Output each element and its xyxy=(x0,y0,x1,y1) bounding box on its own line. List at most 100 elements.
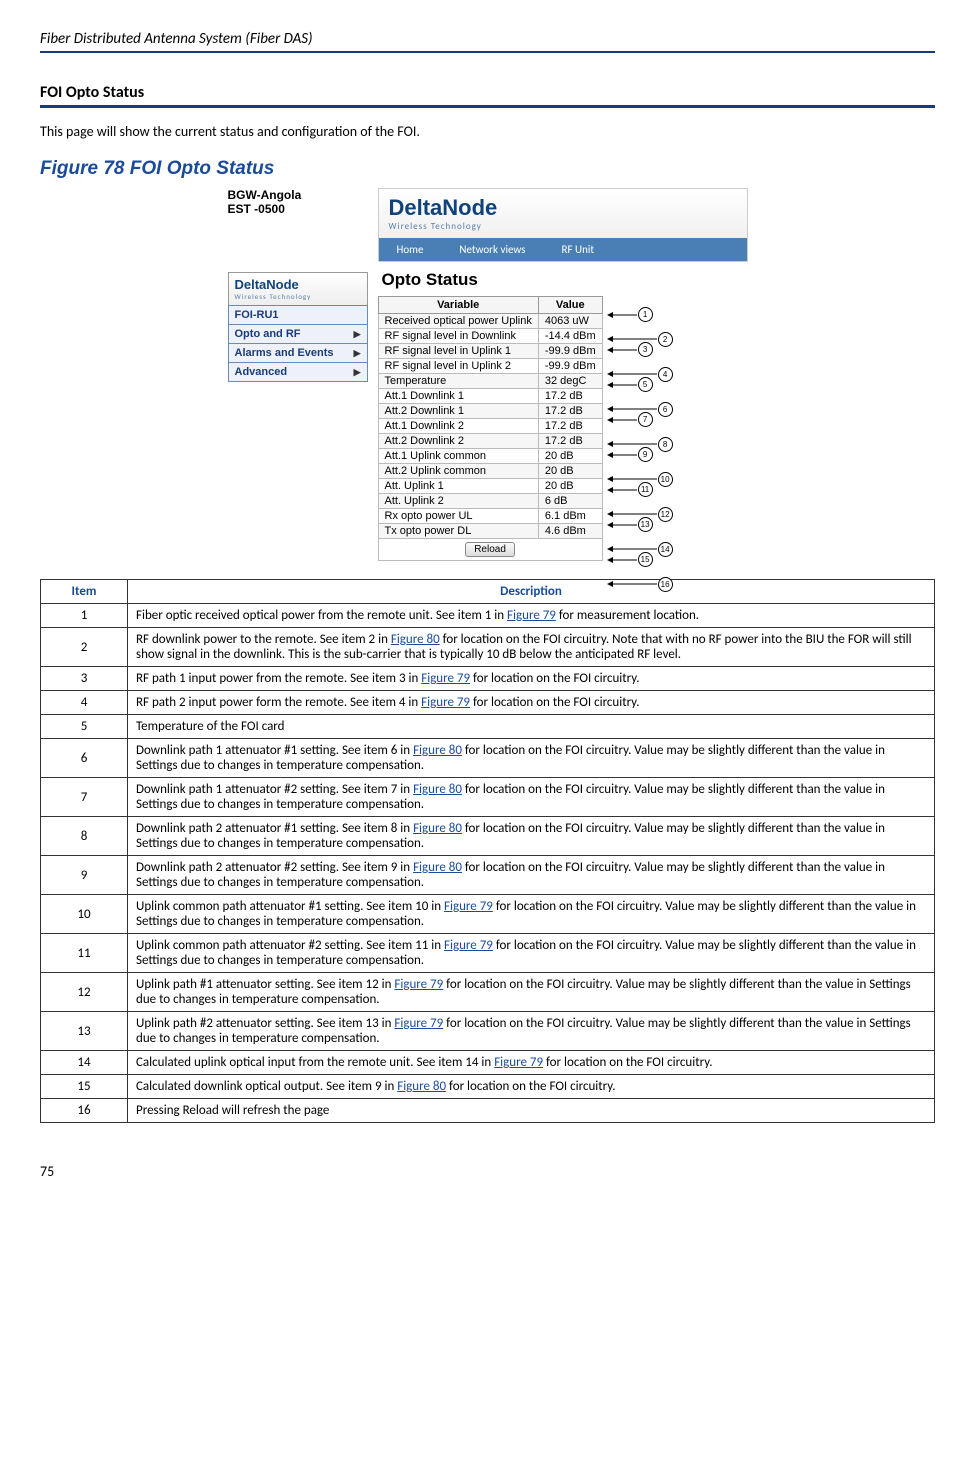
sidebar-menu: FOI-RU1Opto and RF▶Alarms and Events▶Adv… xyxy=(228,305,368,382)
callout: 16 xyxy=(607,577,673,592)
table-row: 9Downlink path 2 attenuator #2 setting. … xyxy=(41,856,935,895)
figure-link[interactable]: Figure 79 xyxy=(507,608,556,623)
callout-bubble: 9 xyxy=(638,447,653,462)
table-row: Reload xyxy=(378,539,602,561)
nav-item[interactable]: Home xyxy=(379,238,442,261)
table-row: 2RF downlink power to the remote. See it… xyxy=(41,628,935,667)
table-row: 1Fiber optic received optical power from… xyxy=(41,604,935,628)
cell-item: 4 xyxy=(41,691,128,715)
cell-value: 20 dB xyxy=(538,479,602,494)
sidebar-item[interactable]: Alarms and Events▶ xyxy=(229,344,367,363)
table-row: Rx opto power UL6.1 dBm xyxy=(378,509,602,524)
table-row: 7Downlink path 1 attenuator #2 setting. … xyxy=(41,778,935,817)
arrow-left-icon xyxy=(607,450,637,460)
callout: 7 xyxy=(607,412,653,427)
page-header: Fiber Distributed Antenna System (Fiber … xyxy=(40,30,935,53)
cell-variable: Att.2 Downlink 1 xyxy=(378,404,538,419)
table-row: 6Downlink path 1 attenuator #1 setting. … xyxy=(41,739,935,778)
figure-link[interactable]: Figure 80 xyxy=(397,1079,446,1094)
figure-link[interactable]: Figure 79 xyxy=(494,1055,543,1070)
section-title: FOI Opto Status xyxy=(40,83,935,108)
callout-bubble: 2 xyxy=(658,332,673,347)
figure-link[interactable]: Figure 80 xyxy=(413,743,462,758)
figure-link[interactable]: Figure 79 xyxy=(394,1016,443,1031)
arrow-left-icon xyxy=(607,380,637,390)
cell-description: Downlink path 2 attenuator #1 setting. S… xyxy=(128,817,935,856)
cell-description: RF path 2 input power form the remote. S… xyxy=(128,691,935,715)
cell-variable: Received optical power Uplink xyxy=(378,314,538,329)
col-variable: Variable xyxy=(378,297,538,314)
table-row: Att.2 Uplink common20 dB xyxy=(378,464,602,479)
main-pane: DeltaNode Wireless Technology HomeNetwor… xyxy=(378,188,748,561)
cell-value: 17.2 dB xyxy=(538,404,602,419)
table-row: Tx opto power DL4.6 dBm xyxy=(378,524,602,539)
arrow-left-icon xyxy=(607,579,657,589)
cell-item: 12 xyxy=(41,973,128,1012)
table-row: 14Calculated uplink optical input from t… xyxy=(41,1051,935,1075)
table-row: Received optical power Uplink4063 uW xyxy=(378,314,602,329)
table-row: 13Uplink path #2 attenuator setting. See… xyxy=(41,1012,935,1051)
cell-variable: Att.2 Downlink 2 xyxy=(378,434,538,449)
sidebar-item[interactable]: Advanced▶ xyxy=(229,363,367,381)
cell-variable: Att.1 Downlink 2 xyxy=(378,419,538,434)
brand-sub-big: Wireless Technology xyxy=(389,221,498,232)
callout-bubble: 13 xyxy=(638,517,653,532)
cell-value: 4.6 dBm xyxy=(538,524,602,539)
chevron-right-icon: ▶ xyxy=(354,367,361,378)
cell-value: 20 dB xyxy=(538,464,602,479)
cell-item: 8 xyxy=(41,817,128,856)
sidebar-item-label: Opto and RF xyxy=(235,328,301,340)
table-row: 15Calculated downlink optical output. Se… xyxy=(41,1075,935,1099)
nav-item[interactable]: RF Unit xyxy=(544,238,613,261)
sidebar-pane: BGW-Angola EST -0500 DeltaNode Wireless … xyxy=(228,188,368,382)
cell-description: Uplink path #2 attenuator setting. See i… xyxy=(128,1012,935,1051)
figure-link[interactable]: Figure 80 xyxy=(413,821,462,836)
table-row: Att.1 Downlink 117.2 dB xyxy=(378,389,602,404)
brand-small: DeltaNode xyxy=(235,277,361,292)
cell-item: 3 xyxy=(41,667,128,691)
page-number: 75 xyxy=(40,1163,935,1180)
table-row: 12Uplink path #1 attenuator setting. See… xyxy=(41,973,935,1012)
table-row: RF signal level in Downlink-14.4 dBm xyxy=(378,329,602,344)
cell-description: Uplink common path attenuator #1 setting… xyxy=(128,895,935,934)
brand-sub-small: Wireless Technology xyxy=(235,292,361,301)
callout: 15 xyxy=(607,552,653,567)
table-row: 3RF path 1 input power from the remote. … xyxy=(41,667,935,691)
sidebar-logo: DeltaNode Wireless Technology xyxy=(228,272,368,306)
figure-link[interactable]: Figure 79 xyxy=(444,938,493,953)
arrow-left-icon xyxy=(607,415,637,425)
cell-item: 6 xyxy=(41,739,128,778)
cell-item: 11 xyxy=(41,934,128,973)
chevron-right-icon: ▶ xyxy=(354,348,361,359)
cell-item: 14 xyxy=(41,1051,128,1075)
cell-description: Uplink common path attenuator #2 setting… xyxy=(128,934,935,973)
figure-link[interactable]: Figure 80 xyxy=(413,782,462,797)
arrow-left-icon xyxy=(607,520,637,530)
reload-button[interactable]: Reload xyxy=(465,542,515,557)
figure-link[interactable]: Figure 79 xyxy=(421,671,470,686)
cell-value: 32 degC xyxy=(538,374,602,389)
figure-link[interactable]: Figure 79 xyxy=(421,695,470,710)
table-header-row: Item Description xyxy=(41,580,935,604)
callout-bubble: 6 xyxy=(658,402,673,417)
sidebar-item[interactable]: Opto and RF▶ xyxy=(229,325,367,344)
cell-value: 17.2 dB xyxy=(538,419,602,434)
cell-item: 9 xyxy=(41,856,128,895)
cell-value: -14.4 dBm xyxy=(538,329,602,344)
nav-item[interactable]: Network views xyxy=(441,238,543,261)
cell-variable: Att. Uplink 2 xyxy=(378,494,538,509)
table-header-row: Variable Value xyxy=(378,297,602,314)
figure-link[interactable]: Figure 79 xyxy=(444,899,493,914)
figure-link[interactable]: Figure 79 xyxy=(394,977,443,992)
table-row: 11Uplink common path attenuator #2 setti… xyxy=(41,934,935,973)
sidebar-item[interactable]: FOI-RU1 xyxy=(229,306,367,325)
cell-description: Temperature of the FOI card xyxy=(128,715,935,739)
callout-bubble: 1 xyxy=(638,307,653,322)
figure-link[interactable]: Figure 80 xyxy=(391,632,440,647)
table-row: 5Temperature of the FOI card xyxy=(41,715,935,739)
cell-description: Downlink path 1 attenuator #1 setting. S… xyxy=(128,739,935,778)
cell-variable: RF signal level in Uplink 1 xyxy=(378,344,538,359)
cell-variable: Att.2 Uplink common xyxy=(378,464,538,479)
cell-description: Downlink path 2 attenuator #2 setting. S… xyxy=(128,856,935,895)
figure-link[interactable]: Figure 80 xyxy=(413,860,462,875)
